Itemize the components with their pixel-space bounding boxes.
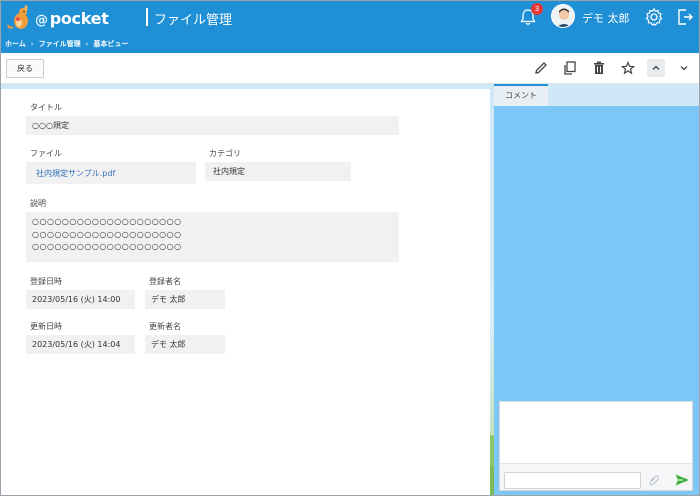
send-icon[interactable] [674,472,690,488]
updater-value: デモ 太郎 [145,335,225,354]
created-at-value: 2023/05/16 (火) 14:00 [26,290,135,309]
title-value: ○○○規定 [26,116,399,135]
updated-at-value: 2023/05/16 (火) 14:04 [26,335,135,354]
category-label: カテゴリ [209,149,241,158]
updated-at-label: 更新日時 [30,322,62,331]
star-icon[interactable] [620,60,636,76]
file-link[interactable]: 社内規定サンプル.pdf [26,162,196,184]
breadcrumb-file-management[interactable]: ファイル管理 [39,39,81,49]
breadcrumb-separator: › [85,40,89,48]
file-label: ファイル [30,149,62,158]
comment-composer [499,401,693,491]
breadcrumb: ホーム › ファイル管理 › 基本ビュー [1,35,699,53]
app-title: ファイル管理 [154,13,233,28]
logout-icon[interactable] [676,7,694,27]
collapse-button[interactable] [647,59,665,77]
app-logo[interactable]: @ pocket [7,5,109,31]
comment-textarea[interactable] [500,402,692,464]
tab-comments[interactable]: コメント [494,84,548,106]
description-line: ○○○○○○○○○○○○○○○○○○○○ [32,217,182,226]
breadcrumb-current-view: 基本ビュー [93,40,129,48]
description-value: ○○○○○○○○○○○○○○○○○○○○ ○○○○○○○○○○○○○○○○○○○… [26,212,399,262]
trash-icon[interactable] [591,60,607,76]
logo-wordmark: @ pocket [35,8,109,28]
gear-icon[interactable] [644,7,664,27]
app-window: @ pocket ファイル管理 3 デモ 太郎 ホーム › ファイル管理 › 基… [0,0,700,496]
comment-input[interactable] [504,472,641,489]
user-photo-icon [552,5,574,27]
app-header: @ pocket ファイル管理 3 デモ 太郎 [1,1,699,35]
paperclip-icon[interactable] [648,474,660,486]
back-button[interactable]: 戻る [6,59,44,78]
title-label: タイトル [30,103,62,112]
chevron-up-icon [652,65,660,70]
description-line: ○○○○○○○○○○○○○○○○○○○○ [32,229,182,239]
notification-badge: 3 [531,3,543,15]
description-label: 説明 [30,199,46,208]
creator-label: 登録者名 [149,277,181,286]
updater-label: 更新者名 [149,322,181,331]
avatar[interactable] [551,4,575,28]
record-detail-card: タイトル ○○○規定 ファイル 社内規定サンプル.pdf カテゴリ 社内規定 説… [1,89,490,495]
created-at-label: 登録日時 [30,277,62,286]
category-value: 社内規定 [205,162,351,181]
title-divider [146,8,148,26]
record-toolbar: 戻る [1,53,699,84]
user-name[interactable]: デモ 太郎 [582,10,630,26]
breadcrumb-separator: › [30,40,34,48]
creator-value: デモ 太郎 [145,290,225,309]
breadcrumb-home[interactable]: ホーム [5,39,26,49]
comment-tabstrip [548,84,699,106]
expand-button[interactable] [675,59,693,77]
description-line: ○○○○○○○○○○○○○○○○○○○○ [32,242,182,251]
chevron-down-icon [680,66,688,71]
copy-icon[interactable] [562,60,578,76]
kangaroo-mascot-icon [7,5,28,29]
comment-panel: コメント [494,84,699,495]
pencil-icon[interactable] [533,60,549,76]
